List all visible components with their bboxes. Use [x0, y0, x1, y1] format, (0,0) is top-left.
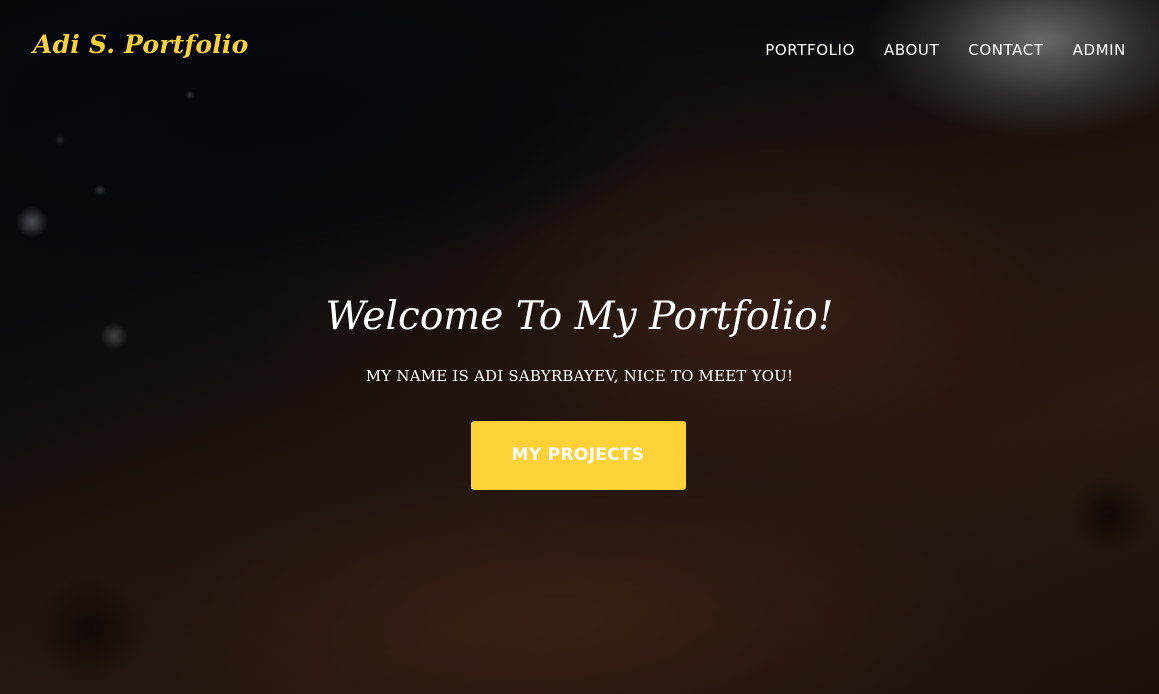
nav-link-admin[interactable]: ADMIN — [1044, 40, 1126, 60]
nav-link-contact[interactable]: CONTACT — [939, 40, 1043, 60]
welcome-heading: Welcome To My Portfolio! — [325, 294, 834, 339]
brand-logo-link[interactable]: Adi S. Portfolio — [33, 30, 248, 59]
nav-menu: PORTFOLIO ABOUT CONTACT ADMIN — [736, 40, 1126, 60]
hero-section: Adi S. Portfolio PORTFOLIO ABOUT CONTACT… — [0, 0, 1159, 694]
intro-text: Welcome To My Portfolio! MY NAME IS ADI … — [0, 290, 1159, 490]
navbar: Adi S. Portfolio PORTFOLIO ABOUT CONTACT… — [0, 0, 1159, 100]
nav-item-about: ABOUT — [855, 40, 939, 60]
intro-subheading: MY NAME IS ADI SABYRBAYEV, NICE TO MEET … — [365, 367, 794, 385]
nav-item-admin: ADMIN — [1044, 40, 1126, 60]
nav-link-portfolio[interactable]: PORTFOLIO — [736, 40, 855, 60]
nav-item-portfolio: PORTFOLIO — [736, 40, 855, 60]
nav-link-about[interactable]: ABOUT — [855, 40, 939, 60]
nav-item-contact: CONTACT — [939, 40, 1043, 60]
my-projects-button[interactable]: MY PROJECTS — [470, 421, 686, 490]
